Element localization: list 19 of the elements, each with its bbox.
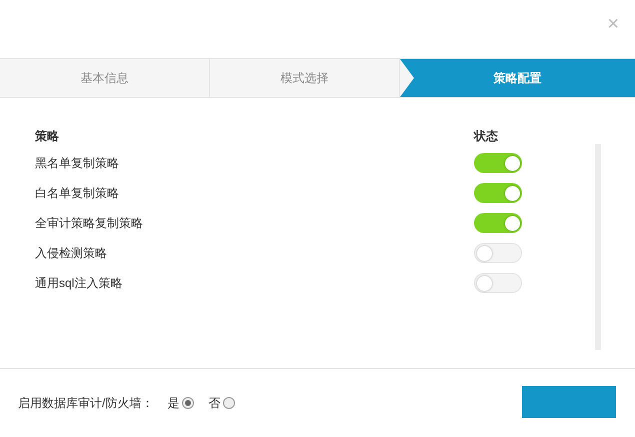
policy-name: 入侵检测策略 — [35, 245, 108, 262]
policy-name: 通用sql注入策略 — [35, 275, 124, 292]
radio-option[interactable]: 是 — [167, 394, 194, 412]
toggle-switch[interactable] — [474, 153, 522, 173]
radio-button[interactable] — [182, 397, 194, 409]
toggle-switch[interactable] — [474, 243, 522, 263]
column-header: 策略 — [35, 128, 60, 145]
policy-name: 白名单复制策略 — [35, 185, 120, 202]
radio-option[interactable]: 否 — [208, 394, 236, 412]
wizard-step[interactable]: 策略配置 — [400, 59, 635, 97]
policy-name: 黑名单复制策略 — [35, 155, 120, 172]
radio-button[interactable] — [223, 397, 236, 409]
toggle-switch[interactable] — [474, 183, 522, 203]
policy-name: 全审计策略复制策略 — [35, 215, 144, 232]
close-button[interactable]: × — [607, 14, 619, 34]
toggle-switch[interactable] — [474, 273, 522, 293]
column-header: 状态 — [474, 128, 498, 145]
audit-label: 启用数据库审计/防火墙： — [18, 395, 154, 412]
toggle-switch[interactable] — [474, 213, 522, 233]
